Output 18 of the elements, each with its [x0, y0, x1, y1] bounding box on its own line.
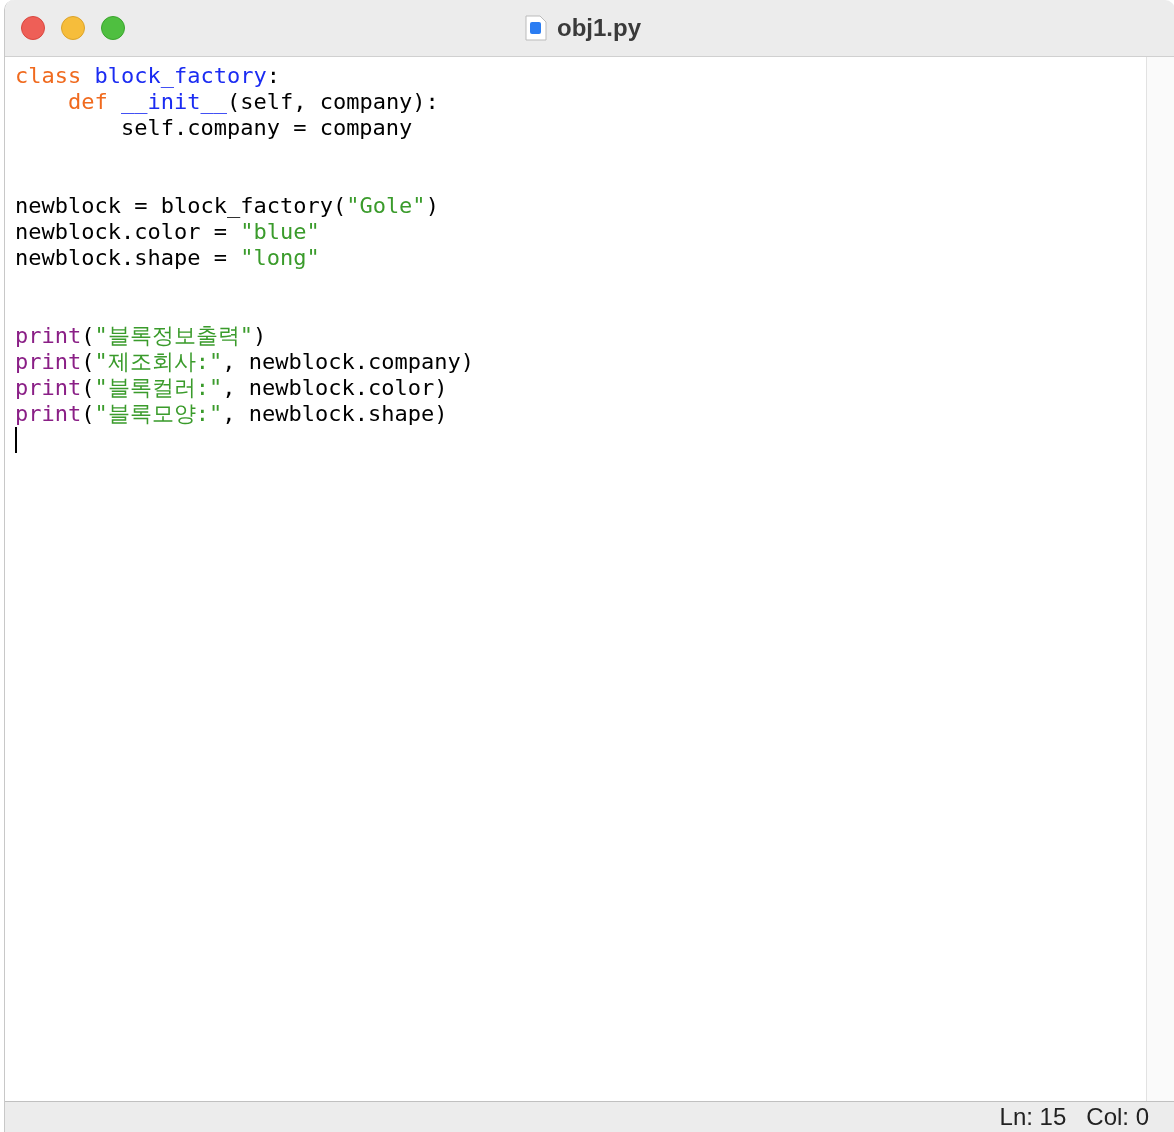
zoom-button[interactable]: [101, 16, 125, 40]
code-line: newblock.shape = "long": [15, 245, 321, 271]
code-line: print("블록모양:", newblock.shape): [15, 401, 449, 427]
code-line: print("블록컬러:", newblock.color): [15, 375, 449, 401]
text-cursor: [15, 427, 17, 453]
document-icon: [525, 15, 547, 41]
column-number: Col: 0: [1086, 1103, 1149, 1131]
window-title: obj1.py: [557, 14, 641, 42]
code-line: newblock = block_factory("Gole"): [15, 193, 440, 219]
code-line: self.company = company: [119, 115, 414, 141]
close-button[interactable]: [21, 16, 45, 40]
code-line: def __init__(self, company):: [66, 89, 440, 115]
code-line: print("제조회사:", newblock.company): [15, 349, 475, 375]
code-line: newblock.color = "blue": [15, 219, 321, 245]
minimize-button[interactable]: [61, 16, 85, 40]
code-line: print("블록정보출력"): [15, 323, 268, 349]
line-number: Ln: 15: [999, 1103, 1067, 1131]
code-line: class block_factory:: [15, 63, 281, 89]
